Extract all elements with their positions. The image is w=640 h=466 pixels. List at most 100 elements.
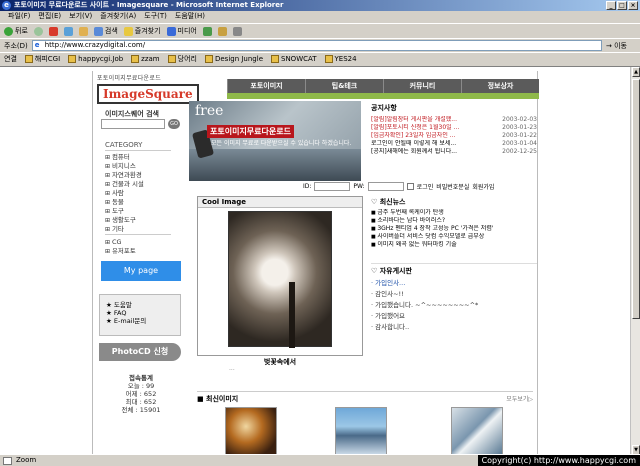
link-item[interactable]: SNOWCAT [271,55,317,63]
free-board-item[interactable]: 감인사~!! [371,289,537,300]
notice-row[interactable]: [공지]새해에는 회원께서 됩니다... 2002-12-25 [371,148,537,156]
id-input[interactable] [314,181,351,191]
category-item[interactable]: 기타 [105,225,144,234]
link-item[interactable]: YES24 [324,55,357,63]
search-go-button[interactable]: GO [168,119,180,129]
address-label: 주소(D) [4,41,28,50]
free-board-item[interactable]: 가입했습니다. ~^~~~~~~~~^* [371,300,537,311]
print-button[interactable] [232,26,242,36]
history-button[interactable] [202,26,212,36]
site-logo[interactable]: 포토이미지무료다운로드 ImageSquare [97,73,199,104]
scroll-down-arrow[interactable]: ▼ [632,445,640,454]
nav-info[interactable]: 정보상자 [461,79,539,93]
free-board-item[interactable]: 가입인사... [371,278,537,289]
nav-tips[interactable]: 팁&테크 [305,79,383,93]
nav-community[interactable]: 커뮤니티 [383,79,461,93]
recent-thumbnail[interactable] [225,407,277,454]
notice-text: [공지]새해에는 회원께서 됩니다... [371,148,457,155]
mypage-button[interactable]: My page [101,261,181,281]
vertical-scrollbar[interactable]: ▲ ▼ [630,67,640,454]
menu-file[interactable]: 파일(F) [8,11,30,22]
favorites-label: 즐겨찾기 [134,27,161,35]
notice-text: [알림]알림장터 게시판을 개설했... [371,116,457,123]
cool-image-photo[interactable] [228,211,332,348]
id-label: ID: [303,182,312,190]
recent-more-link[interactable]: 모두보기▷ [506,394,533,404]
news-item[interactable]: 이미지 왜곡 없는 워터마킹 기술 [371,241,537,249]
category-item[interactable]: 생활도구 [105,216,144,225]
mail-button[interactable] [217,26,227,36]
news-item[interactable]: 소리바다는 남다 바이러스? [371,217,537,225]
menu-edit[interactable]: 편집(E) [38,11,61,22]
search-input[interactable] [101,119,165,129]
notice-row[interactable]: [입금자확인] 23일자 입금자인 ... 2003-01-22 [371,132,537,140]
minimize-button[interactable]: _ [606,1,616,10]
email-link[interactable]: E-mail문의 [106,317,174,325]
left-sidebar: 이미지스퀘어 검색 GO CATEGORY 컴퓨터 비지니스 자연과환경 건물과… [93,101,185,454]
notice-text: [입금자확인] 23일자 입금자인 ... [371,132,456,139]
top-nav: 포토이미지 팁&테크 커뮤니티 정보상자 [227,79,539,93]
link-item[interactable]: happycgi.Job [68,55,123,63]
home-button[interactable] [78,26,88,36]
link-item[interactable]: Design Jungle [204,55,263,63]
pw-input[interactable] [367,181,404,191]
recent-thumbnail[interactable] [451,407,503,454]
category-item[interactable]: 동물 [105,198,144,207]
close-button[interactable]: × [628,1,638,10]
menu-favorites[interactable]: 즐겨찾기(A) [100,11,136,22]
maximize-button[interactable]: □ [617,1,627,10]
help-link[interactable]: 도움말 [106,301,174,309]
promo-banner[interactable]: free 포토이미지무료다운로드 모든 이미지 무료로 다운받으실 수 있습니다… [189,101,361,181]
back-button[interactable]: 뒤로 [4,26,28,36]
free-board-item[interactable]: 가입했어요 [371,311,537,322]
notice-row[interactable]: [알림]알림장터 게시판을 개설했... 2003-02-03 [371,116,537,124]
scroll-thumb[interactable] [632,79,640,319]
recent-images-header: ■ 최신이미지 모두보기▷ [197,391,533,404]
nav-photo[interactable]: 포토이미지 [227,79,305,93]
lost-password-link[interactable]: 비밀번호분실 [436,182,469,191]
category-item[interactable]: 유저포토 [105,247,136,256]
media-button[interactable]: 미디어 [166,26,197,36]
news-item[interactable]: 3GHz 펜티엄 4 장착 고성능 PC '가격은 저렴' [371,225,537,233]
login-checkbox[interactable] [406,182,414,190]
login-button[interactable]: 로그인 [417,182,434,191]
menu-help[interactable]: 도움말(H) [175,11,205,22]
copyright-watermark: Copyright(c) http://www.happycgi.com [477,455,640,466]
stop-button[interactable] [48,26,58,36]
link-label: Design Jungle [214,55,263,63]
category-item[interactable]: 자연과환경 [105,171,144,180]
notice-row[interactable]: [알림]포토시티 신청은 1월30일 ... 2003-01-23 [371,124,537,132]
home-icon [78,26,88,36]
news-item[interactable]: 사이버플더 서비스 닷컴 수익모델로 급부상 [371,233,537,241]
news-item[interactable]: 금주 두번째 록케이가 탄생 [371,209,537,217]
recent-thumbnail[interactable] [335,407,387,454]
notice-row[interactable]: 로그인이 안될때 이렇게 해 보세... 2003-01-04 [371,140,537,148]
help-box: 도움말 FAQ E-mail문의 [99,294,181,336]
category-item[interactable]: 건물과 시설 [105,180,144,189]
scroll-up-arrow[interactable]: ▲ [632,67,640,77]
menu-tools[interactable]: 도구(T) [144,11,167,22]
favorites-button[interactable]: 즐겨찾기 [123,26,161,36]
join-link[interactable]: 회원가입 [472,182,494,191]
category-item[interactable]: 사람 [105,189,144,198]
link-item[interactable]: 해피CGI [24,54,60,64]
forward-button[interactable] [33,26,43,36]
link-icon [324,55,333,63]
go-button[interactable]: → 이동 [606,41,640,51]
link-item[interactable]: 당어리 [167,54,197,64]
news-box: ♡ 최신뉴스 금주 두번째 록케이가 탄생 소리바다는 남다 바이러스? 3GH… [371,197,537,249]
menu-view[interactable]: 보기(V) [69,11,92,22]
stop-icon [48,26,58,36]
faq-link[interactable]: FAQ [106,309,174,317]
photocd-button[interactable]: PhotoCD 신청 [99,343,181,361]
category-item[interactable]: 비지니스 [105,162,144,171]
link-label: 당어리 [177,55,197,63]
link-item[interactable]: zzam [131,55,160,63]
category-item[interactable]: CG [105,238,136,247]
address-input[interactable]: http://www.crazydigital.com/ [31,40,602,51]
free-board-item[interactable]: 감사합니다.. [371,322,537,333]
category-item[interactable]: 도구 [105,207,144,216]
category-item[interactable]: 컴퓨터 [105,153,144,162]
refresh-button[interactable] [63,26,73,36]
search-button[interactable]: 검색 [93,26,118,36]
